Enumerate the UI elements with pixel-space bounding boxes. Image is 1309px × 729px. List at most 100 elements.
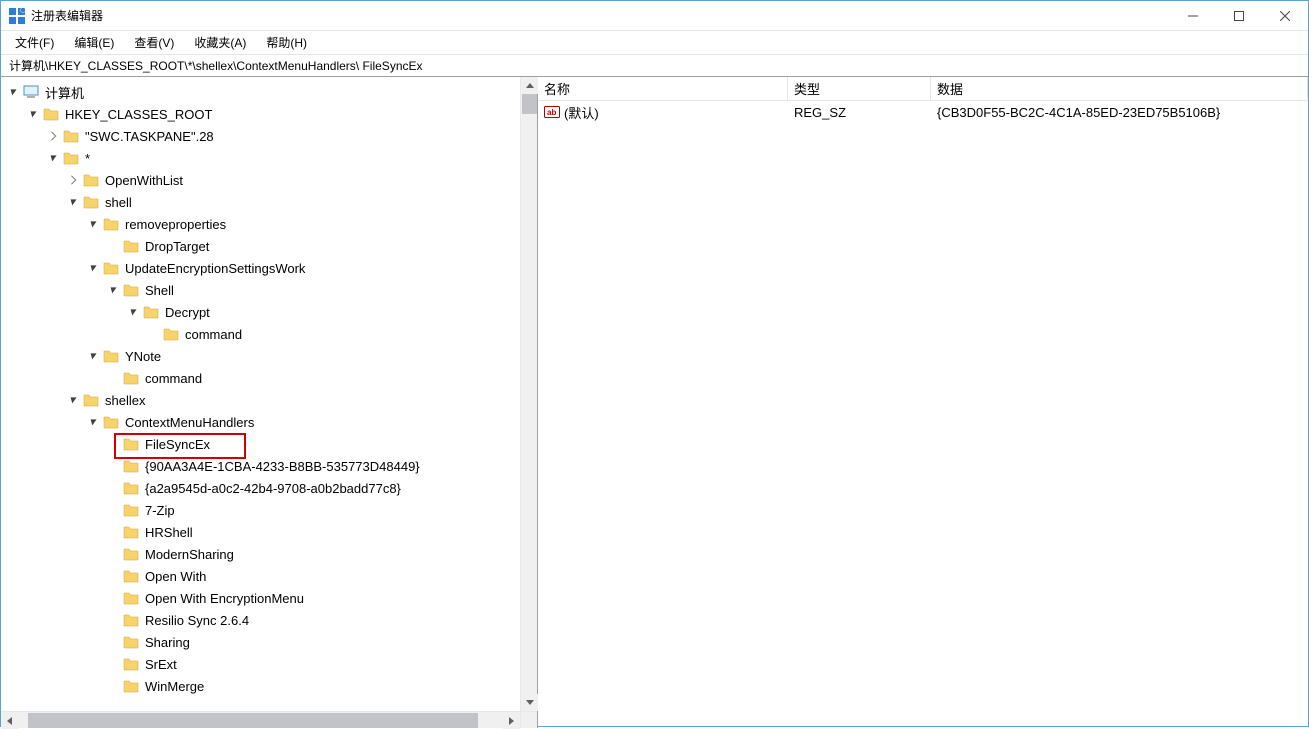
chevron-right-icon[interactable] — [67, 173, 81, 187]
tree-node-removeproperties[interactable]: removeproperties — [1, 213, 537, 235]
folder-icon — [63, 128, 79, 144]
menu-file[interactable]: 文件(F) — [9, 32, 60, 53]
folder-icon — [43, 106, 59, 122]
column-header-name[interactable]: 名称 — [538, 77, 788, 100]
tree-node-hkcr[interactable]: HKEY_CLASSES_ROOT — [1, 103, 537, 125]
tree-node-hrshell[interactable]: HRShell — [1, 521, 537, 543]
tree-label: command — [183, 326, 244, 343]
tree-node-guid2[interactable]: {a2a9545d-a0c2-42b4-9708-a0b2badd77c8} — [1, 477, 537, 499]
menu-help[interactable]: 帮助(H) — [260, 32, 313, 53]
tree-node-srext[interactable]: SrExt — [1, 653, 537, 675]
list-row[interactable]: (默认) REG_SZ {CB3D0F55-BC2C-4C1A-85ED-23E… — [538, 101, 1308, 123]
tree-view[interactable]: 计算机 HKEY_CLASSES_ROOT "SWC.TASKPANE".28 … — [1, 77, 537, 728]
tree-node-shell2[interactable]: Shell — [1, 279, 537, 301]
tree-scrollbar-vertical[interactable] — [520, 77, 537, 711]
tree-node-computer[interactable]: 计算机 — [1, 81, 537, 103]
chevron-down-icon[interactable] — [87, 217, 101, 231]
tree-node-swc[interactable]: "SWC.TASKPANE".28 — [1, 125, 537, 147]
chevron-down-icon[interactable] — [87, 415, 101, 429]
scroll-right-button[interactable] — [503, 712, 520, 729]
tree-node-winmerge[interactable]: WinMerge — [1, 675, 537, 697]
tree-label: {90AA3A4E-1CBA-4233-B8BB-535773D48449} — [143, 458, 422, 475]
address-bar[interactable]: 计算机\HKEY_CLASSES_ROOT\*\shellex\ContextM… — [1, 55, 1308, 77]
chevron-down-icon[interactable] — [67, 393, 81, 407]
chevron-down-icon[interactable] — [87, 349, 101, 363]
tree-node-shellex[interactable]: shellex — [1, 389, 537, 411]
content-area: 计算机 HKEY_CLASSES_ROOT "SWC.TASKPANE".28 … — [1, 77, 1308, 728]
tree-label: {a2a9545d-a0c2-42b4-9708-a0b2badd77c8} — [143, 480, 403, 497]
folder-icon — [103, 260, 119, 276]
tree-node-resilio[interactable]: Resilio Sync 2.6.4 — [1, 609, 537, 631]
tree-node-command1[interactable]: command — [1, 323, 537, 345]
cell-data: {CB3D0F55-BC2C-4C1A-85ED-23ED75B5106B} — [931, 105, 1308, 120]
minimize-button[interactable] — [1170, 1, 1216, 31]
chevron-down-icon[interactable] — [7, 85, 21, 99]
folder-icon — [123, 282, 139, 298]
folder-icon — [83, 194, 99, 210]
menu-view[interactable]: 查看(V) — [128, 32, 180, 53]
maximize-button[interactable] — [1216, 1, 1262, 31]
tree-label: Sharing — [143, 634, 192, 651]
tree-node-sharing[interactable]: Sharing — [1, 631, 537, 653]
tree-node-droptarget[interactable]: DropTarget — [1, 235, 537, 257]
tree-label: Open With — [143, 568, 208, 585]
folder-icon — [123, 436, 139, 452]
tree-leaf — [107, 613, 121, 627]
tree-node-decrypt[interactable]: Decrypt — [1, 301, 537, 323]
chevron-down-icon[interactable] — [67, 195, 81, 209]
scroll-up-button[interactable] — [521, 77, 538, 94]
scroll-thumb-vertical[interactable] — [522, 94, 537, 114]
tree-label: HKEY_CLASSES_ROOT — [63, 106, 214, 123]
tree-node-modernsharing[interactable]: ModernSharing — [1, 543, 537, 565]
tree-node-guid1[interactable]: {90AA3A4E-1CBA-4233-B8BB-535773D48449} — [1, 455, 537, 477]
tree-label: Open With EncryptionMenu — [143, 590, 306, 607]
folder-icon — [123, 458, 139, 474]
tree-scrollbar-horizontal[interactable] — [1, 711, 537, 728]
tree-node-shell[interactable]: shell — [1, 191, 537, 213]
tree-leaf — [107, 459, 121, 473]
scroll-down-button[interactable] — [521, 694, 538, 711]
menu-favorites[interactable]: 收藏夹(A) — [188, 32, 252, 53]
folder-icon — [143, 304, 159, 320]
tree-node-filesyncex[interactable]: FileSyncEx — [1, 433, 537, 455]
folder-icon — [163, 326, 179, 342]
folder-icon — [123, 502, 139, 518]
tree-leaf — [107, 239, 121, 253]
string-value-icon — [544, 104, 560, 120]
folder-icon — [63, 150, 79, 166]
chevron-down-icon[interactable] — [107, 283, 121, 297]
tree-label: 计算机 — [43, 82, 86, 103]
value-name: (默认) — [564, 103, 599, 122]
folder-icon — [123, 370, 139, 386]
tree-label: UpdateEncryptionSettingsWork — [123, 260, 307, 277]
folder-icon — [123, 612, 139, 628]
tree-label: ContextMenuHandlers — [123, 414, 256, 431]
chevron-down-icon[interactable] — [87, 261, 101, 275]
column-header-type[interactable]: 类型 — [788, 77, 931, 100]
scroll-left-button[interactable] — [1, 712, 18, 729]
chevron-right-icon[interactable] — [47, 129, 61, 143]
column-header-data[interactable]: 数据 — [931, 77, 1308, 100]
tree-node-cmh[interactable]: ContextMenuHandlers — [1, 411, 537, 433]
tree-node-openwithlist[interactable]: OpenWithList — [1, 169, 537, 191]
menu-edit[interactable]: 编辑(E) — [68, 32, 120, 53]
tree-node-7zip[interactable]: 7-Zip — [1, 499, 537, 521]
folder-icon — [103, 414, 119, 430]
app-icon — [9, 8, 25, 24]
tree-node-openwith[interactable]: Open With — [1, 565, 537, 587]
chevron-down-icon[interactable] — [27, 107, 41, 121]
tree-leaf — [107, 437, 121, 451]
tree-leaf — [107, 371, 121, 385]
folder-icon — [123, 590, 139, 606]
chevron-down-icon[interactable] — [127, 305, 141, 319]
tree-node-ynote[interactable]: YNote — [1, 345, 537, 367]
chevron-down-icon[interactable] — [47, 151, 61, 165]
tree-node-updateenc[interactable]: UpdateEncryptionSettingsWork — [1, 257, 537, 279]
tree-leaf — [107, 635, 121, 649]
folder-icon — [123, 678, 139, 694]
tree-node-star[interactable]: * — [1, 147, 537, 169]
scroll-thumb-horizontal[interactable] — [28, 713, 478, 728]
tree-node-command2[interactable]: command — [1, 367, 537, 389]
close-button[interactable] — [1262, 1, 1308, 31]
tree-node-openwithenc[interactable]: Open With EncryptionMenu — [1, 587, 537, 609]
